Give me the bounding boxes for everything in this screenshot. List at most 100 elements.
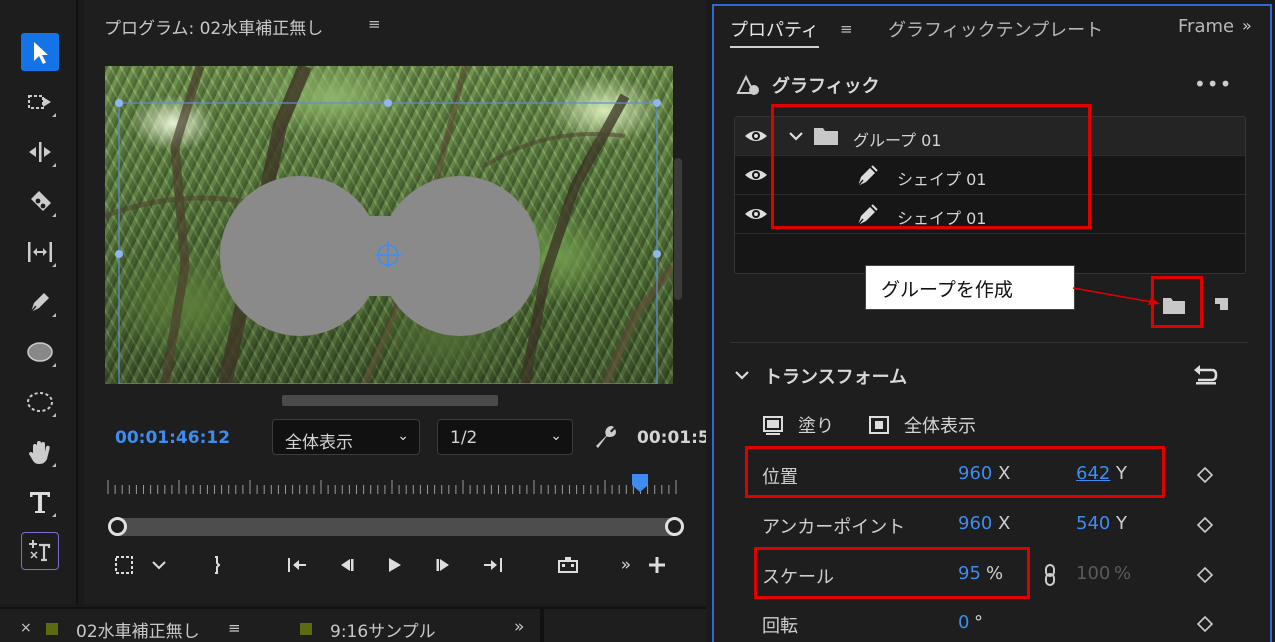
close-tab-icon[interactable]: × (20, 620, 32, 636)
step-forward-icon (436, 559, 449, 571)
step-forward-button[interactable] (432, 552, 456, 578)
razor-tool[interactable] (21, 183, 59, 221)
section-divider (730, 342, 1248, 343)
video-preview[interactable] (105, 66, 673, 384)
properties-panel: プロパティ ≡ グラフィックテンプレート Frame » グラフィック ••• … (712, 4, 1272, 642)
zoom-scroll-bar[interactable] (108, 517, 684, 536)
wrench-settings-icon[interactable] (592, 424, 618, 450)
type-tool[interactable] (21, 483, 59, 521)
scale-value[interactable]: 95 (958, 563, 981, 584)
zoom-level-select[interactable]: 全体表示 ⌄ (272, 419, 420, 455)
panel-menu-icon[interactable]: ≡ (840, 20, 853, 38)
more-controls-icon[interactable]: » (616, 552, 636, 578)
safe-margins-button[interactable] (112, 552, 136, 578)
layer-row-shape[interactable]: シェイプ 01 (735, 156, 1245, 195)
selection-tool[interactable] (21, 33, 59, 71)
panel-tab-bar: プロパティ ≡ グラフィックテンプレート Frame » (714, 6, 1270, 50)
plus-icon (649, 557, 665, 573)
anchor-x-value[interactable]: 960 (958, 513, 992, 534)
layer-row-group[interactable]: グループ 01 (735, 117, 1245, 156)
scale-label: スケール (762, 567, 834, 588)
create-group-button[interactable] (1161, 293, 1187, 317)
pen-tool[interactable] (21, 283, 59, 321)
ripple-edit-tool[interactable] (21, 133, 59, 171)
tools-panel (0, 0, 78, 605)
tab-divider (540, 609, 544, 642)
scale-unit: % (986, 563, 1004, 584)
sequence-color-swatch (300, 623, 312, 635)
more-options-icon[interactable]: ••• (1194, 72, 1232, 96)
zoom-end-handle[interactable] (665, 517, 684, 536)
keyframe-diamond-icon[interactable] (1196, 566, 1214, 584)
horizontal-scrollbar[interactable] (282, 395, 498, 406)
step-back-button[interactable] (334, 552, 358, 578)
scale-linked-unit: % (1114, 563, 1132, 584)
vertical-type-icon (29, 540, 51, 562)
position-row: 位置 960 X 642 Y (714, 455, 1270, 495)
go-to-out-button[interactable] (480, 552, 506, 578)
anchor-y-value[interactable]: 540 (1076, 513, 1110, 534)
visibility-eye-icon[interactable] (744, 127, 768, 145)
tab-properties[interactable]: プロパティ (730, 16, 819, 48)
chevron-down-icon: ⌄ (550, 428, 562, 444)
visibility-eye-icon[interactable] (744, 205, 768, 223)
keyframe-diamond-icon[interactable] (1196, 516, 1214, 534)
ellipse-selection-tool[interactable] (21, 383, 59, 421)
slip-tool[interactable] (21, 233, 59, 271)
tabs-overflow-icon[interactable]: » (1242, 16, 1252, 35)
ellipse-tool[interactable] (21, 333, 59, 371)
visibility-eye-icon[interactable] (744, 166, 768, 184)
time-ruler[interactable] (104, 474, 680, 496)
button-editor-plus-icon[interactable] (646, 552, 668, 578)
pen-shape-icon (857, 165, 878, 187)
sequence-tab-9-16[interactable]: 9:16サンプル (330, 617, 436, 642)
layer-label: グループ 01 (853, 131, 942, 150)
anchor-point-row: アンカーポイント 960 X 540 Y (714, 505, 1270, 545)
chevron-down-icon (735, 371, 749, 380)
track-select-icon (28, 95, 51, 109)
sequence-tab-02[interactable]: 02水車補正無し (76, 617, 200, 642)
pen-shape-icon (857, 204, 878, 226)
anchor-point-label: アンカーポイント (762, 517, 906, 538)
fit-frame-icon (869, 416, 889, 434)
layer-label: シェイプ 01 (897, 170, 987, 189)
tab-menu-icon[interactable]: ≡ (228, 619, 241, 637)
reset-undo-icon[interactable] (1192, 364, 1218, 386)
new-layer-icon[interactable] (1211, 293, 1231, 313)
zoom-start-handle[interactable] (108, 517, 127, 536)
rotation-value[interactable]: 0 (958, 612, 969, 633)
chevron-down-icon (152, 561, 166, 570)
hand-tool[interactable] (21, 433, 59, 471)
position-x-value[interactable]: 960 (958, 463, 992, 484)
position-y-value[interactable]: 642 (1076, 463, 1110, 484)
anchor-y-unit: Y (1116, 513, 1127, 534)
resolution-value: 1/2 (450, 428, 478, 448)
keyframe-diamond-icon[interactable] (1196, 466, 1214, 484)
vertical-type-tool[interactable] (21, 532, 59, 570)
export-frame-button[interactable] (552, 552, 584, 578)
panel-menu-icon[interactable]: ≡ (368, 15, 381, 33)
track-select-forward-tool[interactable] (21, 83, 59, 121)
dotted-square-icon (115, 556, 133, 574)
program-monitor-panel: プログラム: 02水車補正無し ≡ 00:01:46:12 全体表示 ⌄ 1/2… (84, 0, 706, 605)
zoom-level-value: 全体表示 (285, 433, 353, 453)
layer-row-shape[interactable]: シェイプ 01 (735, 195, 1245, 234)
folder-icon (814, 128, 838, 145)
current-timecode[interactable]: 00:01:46:12 (115, 428, 230, 448)
tab-frame[interactable]: Frame (1178, 16, 1238, 37)
playhead-marker-icon[interactable] (631, 473, 649, 493)
go-to-out-icon (484, 558, 502, 572)
playback-resolution-select[interactable]: 1/2 ⌄ (437, 419, 573, 455)
safe-margins-menu-button[interactable] (148, 552, 170, 578)
keyframe-diamond-icon[interactable] (1196, 615, 1214, 633)
tab-graphic-templates[interactable]: グラフィックテンプレート (888, 16, 1103, 42)
go-to-in-button[interactable] (284, 552, 310, 578)
vertical-scrollbar[interactable] (674, 158, 682, 300)
play-button[interactable] (382, 552, 406, 578)
position-y-unit: Y (1116, 463, 1127, 484)
scale-row: スケール 95 % 100 % (714, 555, 1270, 595)
mark-in-button[interactable] (206, 552, 228, 578)
chevron-down-icon[interactable] (787, 127, 805, 145)
tabs-overflow-icon[interactable]: » (514, 617, 524, 637)
link-chain-icon[interactable] (1042, 563, 1058, 587)
